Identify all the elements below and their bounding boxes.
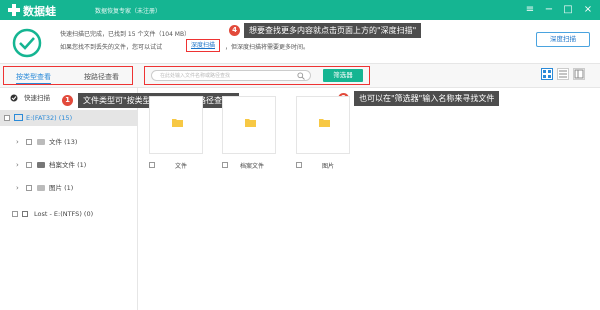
maximize-icon[interactable]: □ [560, 1, 576, 19]
view-mode-tabs: 按类型查看 按路径查看 [3, 66, 133, 85]
search-placeholder: 在此处输入文件名称或路径查找 [160, 73, 231, 79]
sidebar-item-files[interactable]: › 文件 (13) [0, 134, 138, 150]
sidebar-item-label: Lost - E:(NTFS) (0) [34, 210, 94, 218]
sidebar-item-label: 文件 (13) [49, 138, 78, 146]
tab-by-path[interactable]: 按路径查看 [84, 72, 119, 82]
detail-view-icon[interactable] [573, 68, 585, 80]
file-tile[interactable] [149, 96, 203, 154]
deep-scan-button[interactable]: 深度扫描 [536, 32, 590, 47]
tile-label: 图片 [322, 163, 335, 170]
callout-tip-4: 想要查找更多内容就点击页面上方的"深度扫描" [244, 23, 422, 38]
folder-icon [319, 119, 330, 127]
deep-scan-link[interactable]: 深度扫描 [186, 39, 220, 52]
archive-icon [37, 162, 45, 168]
drive-icon [14, 114, 23, 121]
sidebar-item-archives[interactable]: › 档案文件 (1) [0, 157, 138, 173]
filter-button[interactable]: 筛选器 [323, 69, 363, 82]
search-icon[interactable] [297, 72, 305, 80]
checkbox[interactable] [4, 115, 10, 121]
drive-icon [22, 211, 28, 217]
list-view-icon[interactable] [557, 68, 569, 80]
file-tile[interactable] [222, 96, 276, 154]
title-bar: 数据蛙 数据恢复专家（未注册） ≡ − □ × [0, 0, 600, 20]
sidebar-item-drive[interactable]: E:(FAT32) (15) [0, 110, 138, 126]
minimize-icon[interactable]: − [541, 1, 557, 19]
scan-result-text: 快速扫描已完成，已找到 15 个文件（104 MB） [60, 31, 191, 38]
sidebar-item-label: 图片 (1) [49, 184, 74, 192]
checkbox[interactable] [26, 139, 32, 145]
chevron-right-icon[interactable]: › [16, 157, 19, 173]
tile-label: 文件 [175, 163, 188, 170]
folder-icon [172, 119, 183, 127]
checkbox[interactable] [222, 162, 228, 168]
scan-hint-text: 如果您找不到丢失的文件，您可以试试 [60, 44, 163, 51]
checkbox[interactable] [149, 162, 155, 168]
chevron-right-icon[interactable]: › [16, 180, 19, 196]
app-subtitle: 数据恢复专家（未注册） [95, 8, 162, 15]
callout-tip-2: 也可以在"筛选器"输入名称来寻找文件 [354, 91, 500, 106]
check-circle-icon [12, 28, 42, 58]
sidebar-item-label: E:(FAT32) (15) [26, 114, 73, 122]
grid-view-icon[interactable] [541, 68, 553, 80]
sidebar-item-images[interactable]: › 图片 (1) [0, 180, 138, 196]
scan-hint-suffix: ，但深度扫描将需要更多时间。 [225, 44, 310, 51]
checkbox[interactable] [26, 185, 32, 191]
check-mark-icon [10, 94, 18, 102]
logo-icon [8, 4, 20, 16]
callout-number-4: 4 [229, 25, 240, 36]
sidebar: 快速扫描 E:(FAT32) (15) › 文件 (13) › 档案文件 (1)… [0, 88, 138, 310]
tile-label: 档案文件 [240, 163, 265, 170]
checkbox[interactable] [296, 162, 302, 168]
app-name: 数据蛙 [23, 5, 56, 18]
image-icon [37, 185, 45, 191]
tab-by-type[interactable]: 按类型查看 [16, 72, 51, 84]
sidebar-item-lost[interactable]: Lost - E:(NTFS) (0) [0, 206, 138, 222]
folder-icon [245, 119, 256, 127]
file-tile[interactable] [296, 96, 350, 154]
callout-number-1: 1 [62, 95, 73, 106]
menu-icon[interactable]: ≡ [522, 1, 538, 19]
filter-area: 在此处输入文件名称或路径查找 筛选器 [144, 66, 370, 85]
checkbox[interactable] [26, 162, 32, 168]
close-icon[interactable]: × [580, 1, 596, 19]
sidebar-item-label: 快速扫描 [24, 94, 50, 102]
sidebar-item-label: 档案文件 (1) [49, 161, 87, 169]
search-input[interactable]: 在此处输入文件名称或路径查找 [151, 70, 311, 81]
view-tab-bar: 按类型查看 按路径查看 在此处输入文件名称或路径查找 筛选器 [0, 64, 600, 88]
folder-icon [37, 139, 45, 145]
checkbox[interactable] [12, 211, 18, 217]
chevron-right-icon[interactable]: › [16, 134, 19, 150]
